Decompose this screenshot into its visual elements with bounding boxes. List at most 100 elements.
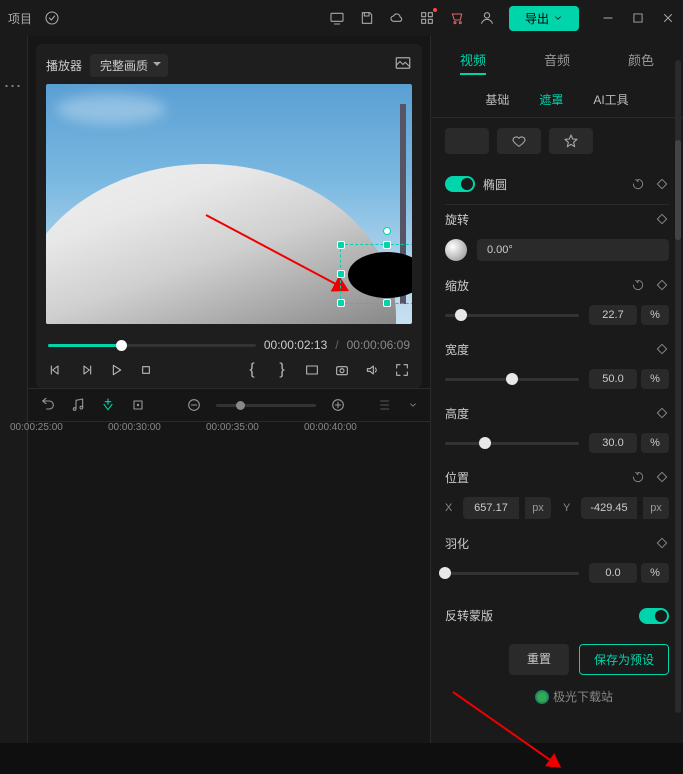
snapshot-icon[interactable]: [334, 362, 350, 378]
handle-b[interactable]: [383, 299, 391, 307]
rotation-value[interactable]: 0.00°: [477, 239, 669, 261]
cloud-icon[interactable]: [389, 10, 405, 26]
height-unit: %: [641, 433, 669, 453]
keyframe-position-icon[interactable]: [655, 470, 669, 484]
quality-select[interactable]: 完整画质: [90, 54, 168, 77]
pos-x-value[interactable]: 657.17: [463, 497, 519, 519]
cart-icon[interactable]: [449, 10, 465, 26]
tab-audio[interactable]: 音频: [544, 38, 570, 81]
subtab-basic[interactable]: 基础: [485, 91, 509, 108]
pos-y-label: Y: [563, 502, 575, 514]
check-circle-icon[interactable]: [44, 10, 60, 26]
playhead-slider[interactable]: [48, 344, 256, 347]
keyframe-height-icon[interactable]: [655, 406, 669, 420]
user-icon[interactable]: [479, 10, 495, 26]
zoom-out-icon[interactable]: [186, 397, 202, 413]
reset-scale-icon[interactable]: [631, 278, 645, 292]
ellipse-label: 椭圆: [483, 176, 507, 193]
feather-value[interactable]: 0.0: [589, 563, 637, 583]
monitor-icon[interactable]: [329, 10, 345, 26]
player-panel: 播放器 完整画质: [36, 44, 422, 388]
handle-bl[interactable]: [337, 299, 345, 307]
volume-icon[interactable]: [364, 362, 380, 378]
keyframe-feather-icon[interactable]: [655, 536, 669, 550]
pos-y-value[interactable]: -429.45: [581, 497, 637, 519]
save-icon[interactable]: [359, 10, 375, 26]
list-view-icon[interactable]: [378, 397, 394, 413]
height-label: 高度: [445, 405, 469, 422]
invert-toggle[interactable]: [639, 608, 669, 624]
keyframe-width-icon[interactable]: [655, 342, 669, 356]
reset-position-icon[interactable]: [631, 470, 645, 484]
scale-value[interactable]: 22.7: [589, 305, 637, 325]
scale-slider[interactable]: [445, 314, 579, 317]
feather-unit: %: [641, 563, 669, 583]
subtab-ai[interactable]: AI工具: [593, 91, 628, 108]
feather-slider[interactable]: [445, 572, 579, 575]
current-time: 00:00:02:13: [264, 338, 327, 352]
undo-icon[interactable]: [40, 397, 56, 413]
crop-box-icon[interactable]: [130, 397, 146, 413]
keyframe-icon[interactable]: [655, 177, 669, 191]
zoom-in-icon[interactable]: [330, 397, 346, 413]
music-note-icon[interactable]: [70, 397, 86, 413]
more-icon[interactable]: ⋯: [4, 76, 24, 743]
aspect-icon[interactable]: [304, 362, 320, 378]
scale-label: 缩放: [445, 277, 469, 294]
tab-color[interactable]: 颜色: [628, 38, 654, 81]
player-label: 播放器: [46, 57, 82, 74]
shape-rect[interactable]: [445, 128, 489, 154]
pos-y-unit: px: [643, 497, 669, 519]
shape-heart[interactable]: [497, 128, 541, 154]
bracket-right-icon[interactable]: }: [274, 362, 290, 378]
width-slider[interactable]: [445, 378, 579, 381]
next-frame-icon[interactable]: [78, 362, 94, 378]
grid-icon[interactable]: [419, 10, 435, 26]
fullscreen-icon[interactable]: [394, 362, 410, 378]
gallery-icon[interactable]: [394, 54, 412, 77]
save-preset-button[interactable]: 保存为预设: [579, 644, 669, 675]
rotation-knob[interactable]: [445, 239, 467, 261]
mask-bounding-box[interactable]: [340, 244, 412, 304]
position-label: 位置: [445, 469, 469, 486]
export-button[interactable]: 导出: [509, 6, 579, 31]
magnet-icon[interactable]: [100, 397, 116, 413]
subtab-mask[interactable]: 遮罩: [539, 91, 563, 108]
height-slider[interactable]: [445, 442, 579, 445]
shape-star[interactable]: [549, 128, 593, 154]
width-unit: %: [641, 369, 669, 389]
reset-prop-icon[interactable]: [631, 177, 645, 191]
zoom-slider[interactable]: [216, 404, 316, 407]
bracket-left-icon[interactable]: {: [244, 362, 260, 378]
keyframe-rotation-icon[interactable]: [655, 212, 669, 226]
keyframe-scale-icon[interactable]: [655, 278, 669, 292]
video-viewport[interactable]: [46, 84, 412, 324]
width-label: 宽度: [445, 341, 469, 358]
height-value[interactable]: 30.0: [589, 433, 637, 453]
chevron-down-icon[interactable]: [408, 397, 418, 413]
timeline-ruler[interactable]: 00:00:25:00 00:00:30:00 00:00:35:00 00:0…: [28, 422, 430, 446]
export-label: 导出: [525, 10, 549, 27]
rotation-handle[interactable]: [383, 227, 391, 235]
left-rail: ⋯: [0, 36, 28, 743]
close-icon[interactable]: [661, 11, 675, 25]
project-menu-label[interactable]: 项目: [8, 10, 32, 27]
minimize-icon[interactable]: [601, 11, 615, 25]
inspector-panel: 视频 音频 颜色 基础 遮罩 AI工具 椭圆: [430, 36, 683, 743]
scrollbar[interactable]: [675, 60, 681, 713]
width-value[interactable]: 50.0: [589, 369, 637, 389]
ellipse-toggle[interactable]: [445, 176, 475, 192]
prev-frame-icon[interactable]: [48, 362, 64, 378]
handle-l[interactable]: [337, 270, 345, 278]
tab-video[interactable]: 视频: [460, 38, 486, 81]
timeline-tracks[interactable]: [28, 446, 430, 743]
total-time: 00:00:06:09: [347, 338, 410, 352]
rotation-label: 旋转: [445, 211, 469, 228]
play-icon[interactable]: [108, 362, 124, 378]
feather-handle[interactable]: [384, 323, 390, 324]
maximize-icon[interactable]: [631, 11, 645, 25]
reset-button[interactable]: 重置: [509, 644, 569, 675]
handle-tl[interactable]: [337, 241, 345, 249]
stop-icon[interactable]: [138, 362, 154, 378]
handle-t[interactable]: [383, 241, 391, 249]
